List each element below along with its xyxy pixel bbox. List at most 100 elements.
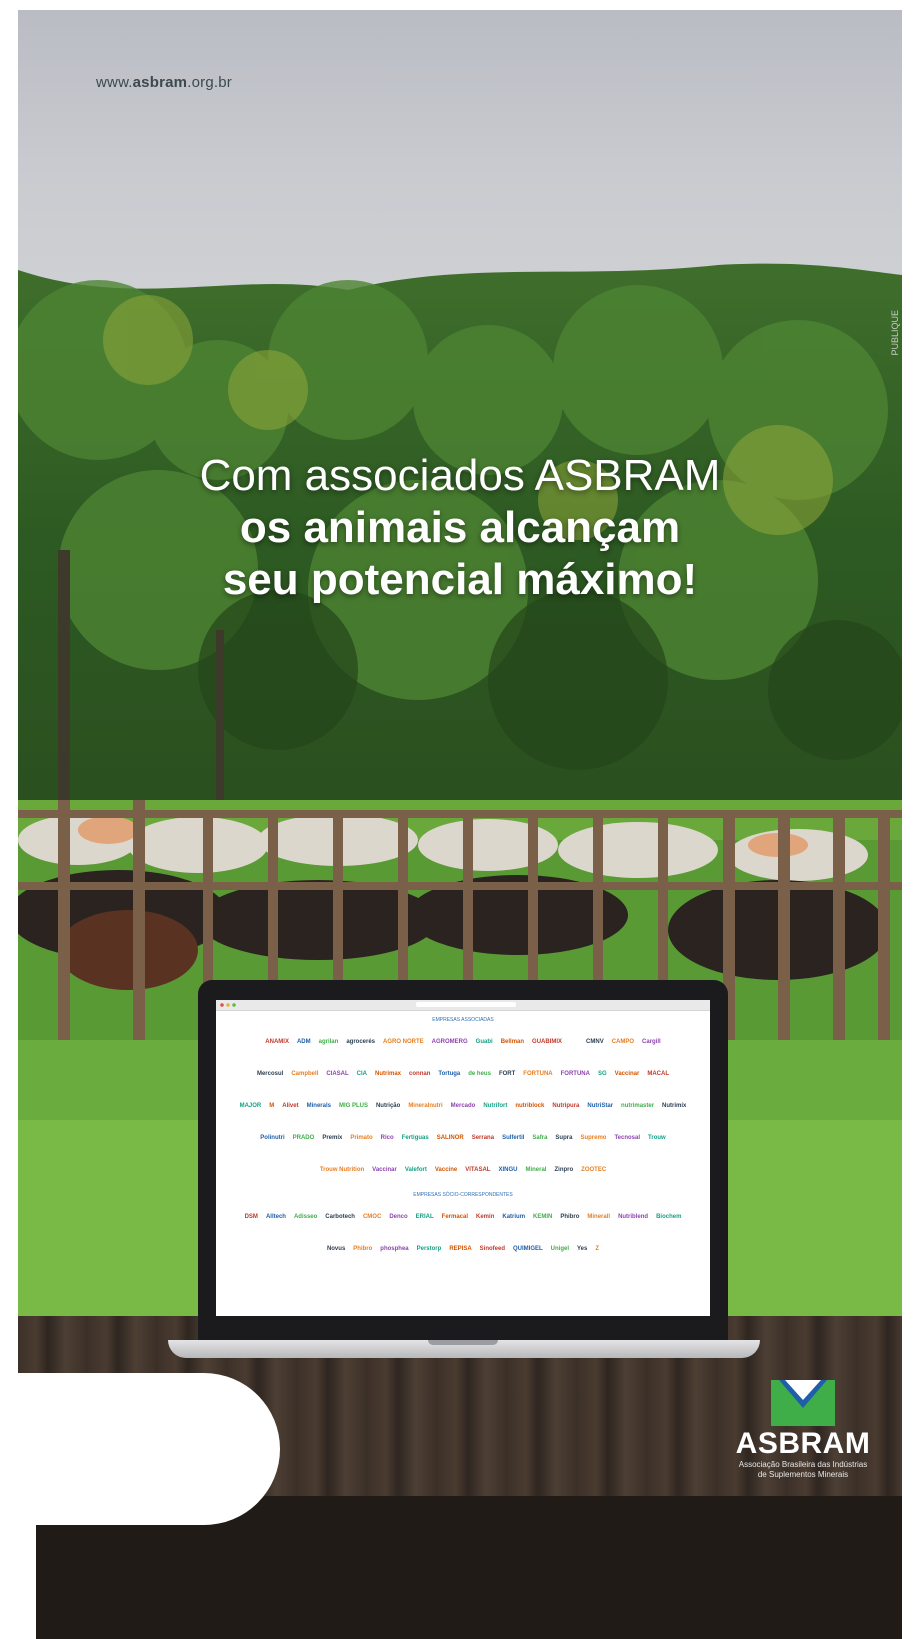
company-logo[interactable]: Rico [379, 1134, 396, 1142]
company-logo[interactable]: Sulfertil [500, 1134, 526, 1142]
company-logo[interactable]: Yes [575, 1245, 589, 1253]
asbram-logo[interactable]: ASBRAM Associação Brasileira das Indústr… [723, 1380, 883, 1480]
company-logo[interactable]: Z [593, 1245, 601, 1253]
company-logo[interactable]: VITASAL [463, 1166, 492, 1174]
company-logo[interactable]: FORTUNA [559, 1070, 592, 1078]
company-logo[interactable]: Unigel [549, 1245, 571, 1253]
company-logo[interactable]: Nutrição [374, 1102, 402, 1110]
company-logo[interactable]: agrilan [317, 1038, 341, 1046]
company-logo[interactable]: ANAMIX [263, 1038, 291, 1046]
company-logo[interactable]: Perstorp [415, 1245, 444, 1253]
company-logo[interactable]: Katrium [500, 1213, 527, 1221]
company-logo[interactable]: CAMPO [610, 1038, 636, 1046]
company-logo[interactable]: Trouw [646, 1134, 668, 1142]
company-logo[interactable]: Minerall [585, 1213, 612, 1221]
company-logo[interactable]: Trouw Nutrition [318, 1166, 366, 1174]
company-logo[interactable]: nutriblock [513, 1102, 546, 1110]
logo-row: Novus Phibro phosphea Perstorp REPISA Sinofee… [216, 1233, 710, 1265]
company-logo[interactable]: Serrana [470, 1134, 496, 1142]
company-logo[interactable]: agrocerés [344, 1038, 377, 1046]
company-logo[interactable]: Mercosul [255, 1070, 285, 1078]
company-logo[interactable]: de heus [466, 1070, 493, 1078]
company-logo[interactable]: SALINOR [435, 1134, 466, 1142]
company-logo[interactable]: Kemin [474, 1213, 496, 1221]
company-logo[interactable]: Mineral [523, 1166, 548, 1174]
company-logo[interactable]: Supremo [578, 1134, 608, 1142]
company-logo[interactable] [568, 1041, 572, 1043]
company-logo[interactable]: Alltech [264, 1213, 288, 1221]
company-logo[interactable]: CMNV [584, 1038, 606, 1046]
headline-line-3: seu potencial máximo! [222, 555, 698, 604]
associate-logos: ANAMIX ADM agrilan agrocerés AGRO NORTE AGROM… [216, 1026, 710, 1186]
company-logo[interactable]: Zinpro [552, 1166, 575, 1174]
company-logo[interactable]: Nutrifort [481, 1102, 509, 1110]
company-logo[interactable]: M [267, 1102, 276, 1110]
company-logo[interactable] [576, 1041, 580, 1043]
company-logo[interactable]: Tortuga [436, 1070, 462, 1078]
company-logo[interactable]: Nutrimix [660, 1102, 688, 1110]
company-logo[interactable]: Guabi [474, 1038, 495, 1046]
company-logo[interactable]: MAJOR [238, 1102, 264, 1110]
company-logo[interactable]: CIA [355, 1070, 369, 1078]
company-logo[interactable]: Nutripura [550, 1102, 581, 1110]
section-correspondents-title: EMPRESAS SÓCIO-CORRESPONDENTES [413, 1192, 513, 1198]
company-logo[interactable]: Denco [387, 1213, 409, 1221]
company-logo[interactable]: ERIAL [414, 1213, 436, 1221]
window-controls-icon [220, 1003, 238, 1007]
company-logo[interactable]: XINGU [496, 1166, 519, 1174]
company-logo[interactable]: NutriStar [585, 1102, 615, 1110]
company-logo[interactable]: Campbell [289, 1070, 320, 1078]
company-logo[interactable]: Fertiguas [400, 1134, 431, 1142]
company-logo[interactable]: Nutriblend [616, 1213, 650, 1221]
company-logo[interactable]: Biochem [654, 1213, 683, 1221]
company-logo[interactable]: Phibro [351, 1245, 374, 1253]
company-logo[interactable]: Premix [320, 1134, 344, 1142]
company-logo[interactable]: PRADO [291, 1134, 317, 1142]
company-logo[interactable]: REPISA [447, 1245, 473, 1253]
company-logo[interactable]: MIG PLUS [337, 1102, 370, 1110]
company-logo[interactable]: CIASAL [324, 1070, 350, 1078]
company-logo[interactable]: Novus [325, 1245, 347, 1253]
company-logo[interactable]: Carbotech [323, 1213, 357, 1221]
company-logo[interactable]: Vaccinar [613, 1070, 642, 1078]
company-logo[interactable]: Valefort [403, 1166, 429, 1174]
company-logo[interactable]: Safra [530, 1134, 549, 1142]
company-logo[interactable]: SG [596, 1070, 609, 1078]
company-logo[interactable]: MACAL [645, 1070, 671, 1078]
company-logo[interactable]: Nutrimax [373, 1070, 403, 1078]
company-logo[interactable]: ZOOTEC [579, 1166, 608, 1174]
company-logo[interactable]: Adisseo [292, 1213, 319, 1221]
company-logo[interactable]: Vaccine [433, 1166, 459, 1174]
company-logo[interactable]: Primato [348, 1134, 374, 1142]
company-logo[interactable]: Alivet [280, 1102, 300, 1110]
brand-subtitle-line-2: de Suplementos Minerais [757, 1470, 849, 1479]
company-logo[interactable]: Bellman [499, 1038, 526, 1046]
poster: www.asbram.org.br PUBLIQUE Com associado… [18, 10, 902, 1639]
company-logo[interactable]: Phibro [558, 1213, 581, 1221]
company-logo[interactable]: Polinutri [258, 1134, 286, 1142]
company-logo[interactable]: AGROMERG [430, 1038, 470, 1046]
company-logo[interactable]: Fermacal [440, 1213, 470, 1221]
address-bar[interactable] [416, 1002, 516, 1007]
company-logo[interactable]: CMOC [361, 1213, 383, 1221]
company-logo[interactable]: Mercado [449, 1102, 478, 1110]
company-logo[interactable]: Supra [553, 1134, 574, 1142]
company-logo[interactable]: KEMIN [531, 1213, 554, 1221]
company-logo[interactable]: Vaccinar [370, 1166, 399, 1174]
company-logo[interactable]: Tecnosal [612, 1134, 642, 1142]
company-logo[interactable]: connan [407, 1070, 432, 1078]
company-logo[interactable]: Sinofeed [478, 1245, 507, 1253]
company-logo[interactable]: FORTUNA [521, 1070, 554, 1078]
company-logo[interactable]: DSM [243, 1213, 260, 1221]
company-logo[interactable]: AGRO NORTE [381, 1038, 426, 1046]
company-logo[interactable]: FORT [497, 1070, 517, 1078]
company-logo[interactable]: GUABIMIX [530, 1038, 564, 1046]
company-logo[interactable]: Cargill [640, 1038, 663, 1046]
website-url[interactable]: www.asbram.org.br [96, 74, 232, 91]
company-logo[interactable]: QUIMIGEL [511, 1245, 545, 1253]
company-logo[interactable]: ADM [295, 1038, 313, 1046]
company-logo[interactable]: Minerals [305, 1102, 333, 1110]
company-logo[interactable]: nutrimaster [619, 1102, 656, 1110]
company-logo[interactable]: phosphea [378, 1245, 410, 1253]
company-logo[interactable]: Mineralnutri [406, 1102, 444, 1110]
